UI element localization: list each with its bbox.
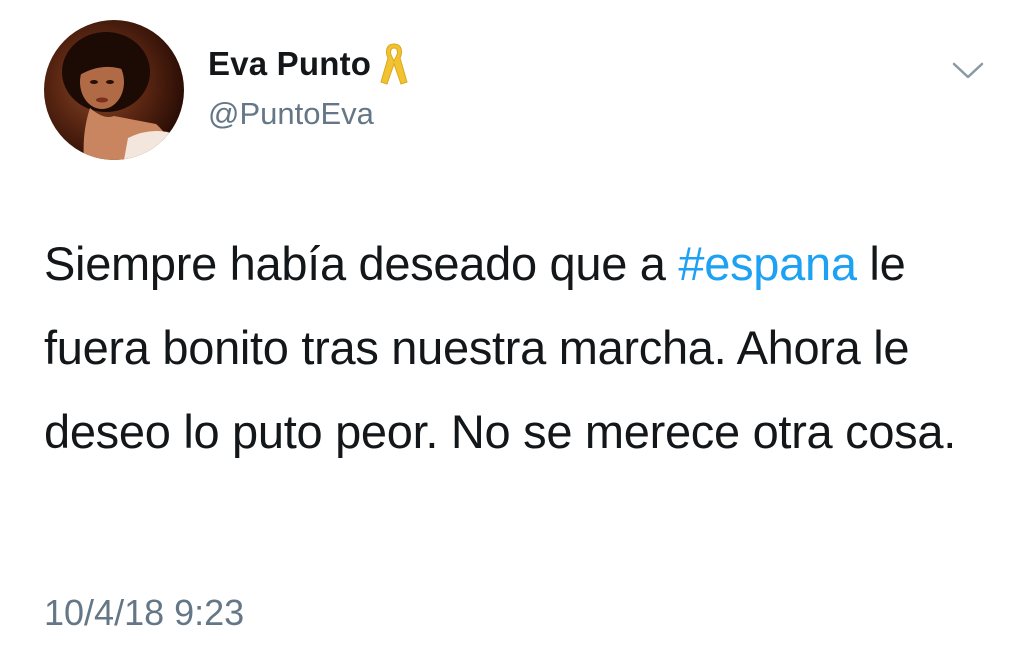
tweet-text-start: Siempre había deseado que a — [44, 237, 679, 290]
user-handle[interactable]: @PuntoEva — [208, 96, 374, 132]
chevron-down-icon[interactable] — [950, 58, 986, 82]
tweet-text: Siempre había deseado que a #espana le f… — [44, 222, 984, 474]
timestamp[interactable]: 10/4/18 9:23 — [44, 592, 244, 634]
display-name[interactable]: Eva Punto — [208, 45, 371, 83]
author-name-row: Eva Punto — [208, 42, 409, 86]
hashtag-link[interactable]: #espana — [678, 237, 857, 290]
avatar[interactable] — [44, 20, 184, 160]
tweet-card: Eva Punto @PuntoEva Siempre había desead… — [0, 0, 1024, 669]
yellow-ribbon-icon — [379, 42, 409, 86]
avatar-photo — [62, 32, 184, 160]
